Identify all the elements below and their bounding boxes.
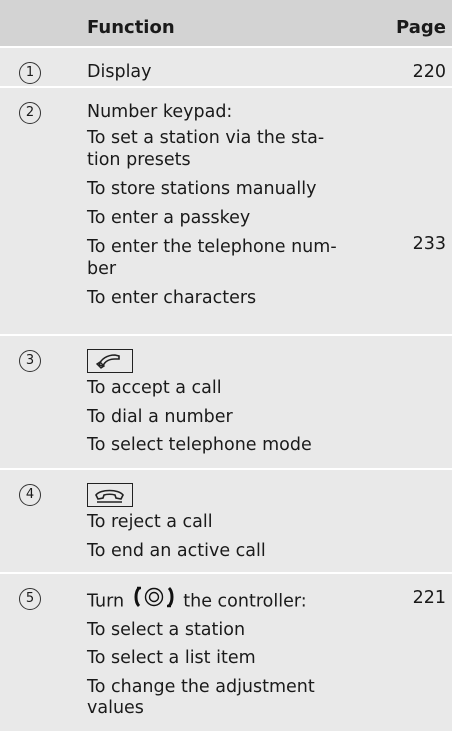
table-row: 3 To accept a call To dial a number To s… bbox=[0, 334, 452, 468]
row-number: 1 bbox=[19, 62, 41, 84]
row-text: To dial a number bbox=[87, 406, 233, 427]
row-text: Turn bbox=[87, 591, 125, 612]
row-text: the controller: bbox=[183, 591, 307, 612]
row-text: To enter a passkey bbox=[87, 207, 251, 228]
row-text: To enter characters bbox=[87, 287, 257, 308]
call-accept-key-icon bbox=[87, 349, 133, 373]
row-text: To store stations manually bbox=[87, 179, 317, 200]
row-text: To select a list item bbox=[87, 648, 256, 668]
row-text: tion presets bbox=[87, 150, 191, 171]
call-end-key-icon bbox=[87, 483, 133, 507]
row-text: To end an active call bbox=[87, 540, 266, 561]
table-row: 5 Turn the controller: To select a stati… bbox=[0, 572, 452, 731]
row-text: ber bbox=[87, 259, 117, 280]
row-text: Number keypad: bbox=[87, 102, 233, 122]
table-row: 4 To reject a call To end an active call bbox=[0, 468, 452, 572]
row-text: To select telephone mode bbox=[87, 435, 312, 455]
row-text: Display bbox=[87, 62, 152, 82]
row-number: 4 bbox=[19, 484, 41, 506]
row-text: To select a station bbox=[87, 619, 246, 640]
row-text: To accept a call bbox=[87, 378, 222, 398]
row-page: 233 bbox=[412, 234, 446, 254]
row-page: 221 bbox=[412, 588, 446, 608]
row-text: To reject a call bbox=[87, 512, 213, 532]
header-page: Page bbox=[396, 17, 446, 38]
row-page: 220 bbox=[412, 62, 446, 82]
row-number: 2 bbox=[19, 102, 41, 124]
row-number: 3 bbox=[19, 350, 41, 372]
controller-turn-icon bbox=[132, 586, 176, 617]
table-header: Function Page bbox=[0, 0, 452, 46]
table-row: 1 Display 220 bbox=[0, 46, 452, 86]
header-function: Function bbox=[87, 17, 175, 38]
table-row: 2 Number keypad: To set a station via th… bbox=[0, 86, 452, 334]
row-number: 5 bbox=[19, 588, 41, 610]
